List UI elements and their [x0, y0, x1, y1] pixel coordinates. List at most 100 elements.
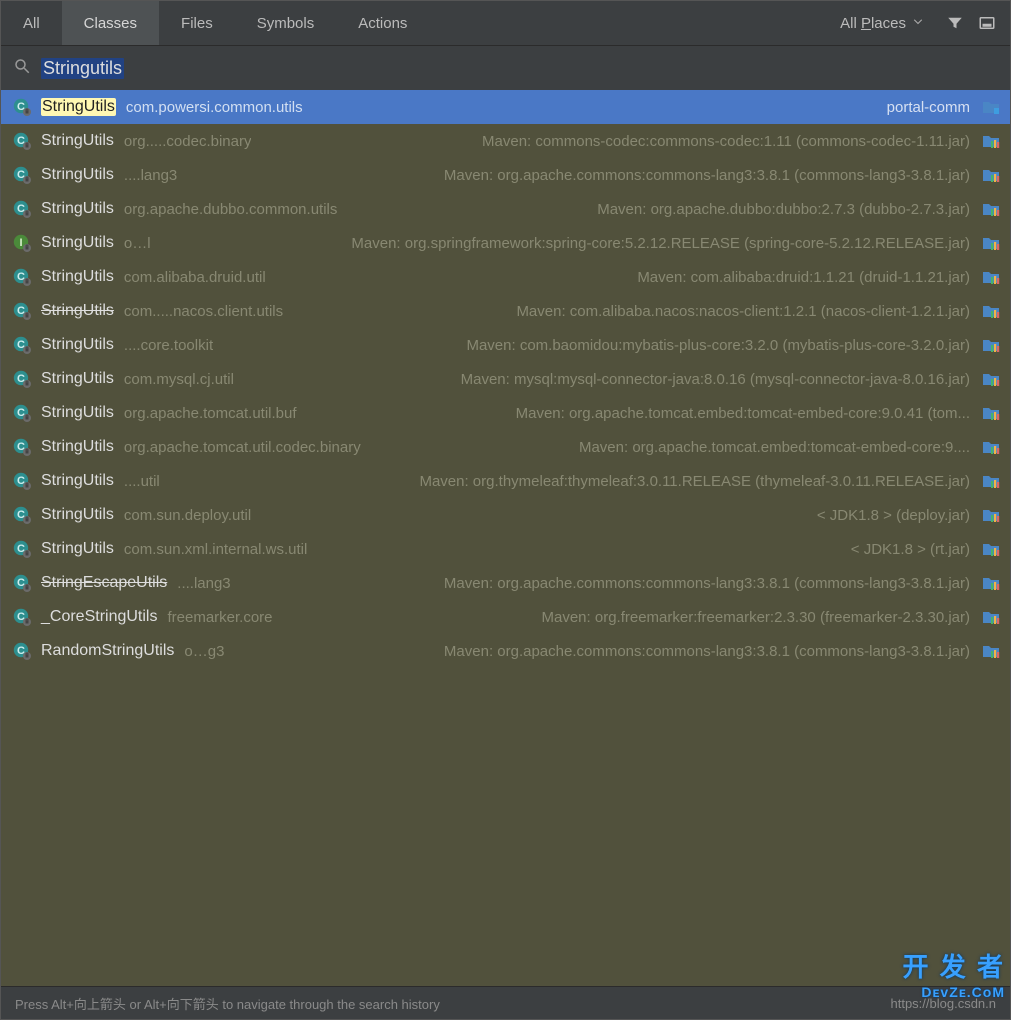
result-row[interactable]: StringUtils....utilMaven: org.thymeleaf:…: [1, 464, 1010, 498]
result-row[interactable]: _CoreStringUtils freemarker.core Maven: or…: [1, 600, 1010, 634]
chevron-down-icon: [912, 15, 924, 32]
result-location: Maven: org.springframework:spring-core:5…: [351, 235, 970, 252]
class-lock-icon: [13, 98, 31, 116]
result-location: Maven: com.baomidou:mybatis-plus-core:3.…: [466, 337, 970, 354]
result-location: portal-comm: [887, 99, 970, 116]
search-everywhere-dialog: AllClassesFilesSymbolsActions All Places…: [0, 0, 1011, 1020]
result-row[interactable]: StringUtilscom.....nacos.client.utilsMav…: [1, 294, 1010, 328]
tabs-bar: AllClassesFilesSymbolsActions All Places: [1, 1, 1010, 46]
result-row[interactable]: StringUtilsorg.apache.tomcat.util.codec.…: [1, 430, 1010, 464]
result-package: org.apache.tomcat.util.codec.binary: [124, 439, 361, 456]
result-package: ....lang3: [177, 575, 230, 592]
result-location: Maven: org.apache.commons:commons-lang3:…: [444, 643, 970, 660]
result-class-name: StringEscapeUtils: [41, 574, 167, 592]
result-location: Maven: org.apache.commons:commons-lang3:…: [444, 575, 970, 592]
class-lock-icon: [13, 302, 31, 320]
class-lock-icon: [13, 540, 31, 558]
result-package: freemarker.core: [167, 609, 272, 626]
scope-selector[interactable]: All Places: [840, 15, 924, 32]
class-lock-icon: [13, 166, 31, 184]
library-folder-icon: [982, 336, 1000, 354]
result-class-name: StringUtils: [41, 472, 114, 490]
result-package: com.....nacos.client.utils: [124, 303, 283, 320]
result-row[interactable]: StringUtils org.....codec.binary Maven: co…: [1, 124, 1010, 158]
result-class-name: StringUtils: [41, 370, 114, 388]
result-row[interactable]: StringUtilsorg.apache.dubbo.common.utils…: [1, 192, 1010, 226]
footer-bar: Press Alt+向上箭头 or Alt+向下箭头 to navigate t…: [1, 986, 1010, 1019]
result-row[interactable]: StringUtils o…l Maven: org.springframework…: [1, 226, 1010, 260]
result-location: Maven: org.apache.commons:commons-lang3:…: [444, 167, 970, 184]
class-lock-icon: [13, 336, 31, 354]
library-folder-icon: [982, 268, 1000, 286]
tab-classes[interactable]: Classes: [62, 1, 159, 45]
result-location: Maven: commons-codec:commons-codec:1.11 …: [482, 133, 970, 150]
result-package: o…l: [124, 235, 151, 252]
result-class-name: StringUtils: [41, 336, 114, 354]
result-class-name: StringUtils: [41, 506, 114, 524]
library-folder-icon: [982, 472, 1000, 490]
result-row[interactable]: StringUtils....lang3Maven: org.apache.co…: [1, 158, 1010, 192]
filter-icon[interactable]: [942, 10, 968, 36]
result-class-name: StringUtils: [41, 166, 114, 184]
interface-lock-icon: [13, 234, 31, 252]
result-row[interactable]: StringUtils com.alibaba.druid.util Maven: …: [1, 260, 1010, 294]
class-lock-icon: [13, 506, 31, 524]
library-folder-icon: [982, 438, 1000, 456]
library-folder-icon: [982, 608, 1000, 626]
result-location: Maven: org.apache.tomcat.embed:tomcat-em…: [579, 439, 970, 456]
result-row[interactable]: StringUtils....core.toolkitMaven: com.ba…: [1, 328, 1010, 362]
class-lock-icon: [13, 268, 31, 286]
footer-right-text: https://blog.csdn.n: [890, 996, 996, 1011]
result-row[interactable]: StringUtilscom.powersi.common.utilsporta…: [1, 90, 1010, 124]
library-folder-icon: [982, 302, 1000, 320]
result-package: com.alibaba.druid.util: [124, 269, 266, 286]
search-row: Stringutils: [1, 46, 1010, 90]
open-in-tool-window-icon[interactable]: [974, 10, 1000, 36]
search-icon: [13, 57, 31, 79]
result-location: Maven: org.apache.tomcat.embed:tomcat-em…: [516, 405, 970, 422]
class-lock-icon: [13, 404, 31, 422]
library-folder-icon: [982, 166, 1000, 184]
class-lock-icon: [13, 574, 31, 592]
result-class-name: StringUtils: [41, 404, 114, 422]
result-package: o…g3: [184, 643, 224, 660]
result-row[interactable]: StringUtils org.apache.tomcat.util.buf Mav…: [1, 396, 1010, 430]
result-location: Maven: com.alibaba:druid:1.1.21 (druid-1…: [637, 269, 970, 286]
result-row[interactable]: StringEscapeUtils ....lang3 Maven: org.apa…: [1, 566, 1010, 600]
result-location: Maven: mysql:mysql-connector-java:8.0.16…: [461, 371, 970, 388]
library-folder-icon: [982, 642, 1000, 660]
class-lock-icon: [13, 608, 31, 626]
result-package: com.mysql.cj.util: [124, 371, 234, 388]
result-location: < JDK1.8 > (rt.jar): [851, 541, 970, 558]
tab-all[interactable]: All: [1, 1, 62, 45]
tab-files[interactable]: Files: [159, 1, 235, 45]
result-row[interactable]: RandomStringUtils o…g3 Maven: org.apache.c…: [1, 634, 1010, 668]
result-class-name: StringUtils: [41, 302, 114, 320]
result-class-name: RandomStringUtils: [41, 642, 174, 660]
result-class-name: StringUtils: [41, 132, 114, 150]
result-class-name: StringUtils: [41, 234, 114, 252]
class-lock-icon: [13, 370, 31, 388]
tab-symbols[interactable]: Symbols: [235, 1, 337, 45]
result-row[interactable]: StringUtilscom.sun.xml.internal.ws.util<…: [1, 532, 1010, 566]
library-folder-icon: [982, 132, 1000, 150]
result-row[interactable]: StringUtilscom.sun.deploy.util< JDK1.8 >…: [1, 498, 1010, 532]
result-class-name: _CoreStringUtils: [41, 608, 157, 626]
class-lock-icon: [13, 438, 31, 456]
search-input[interactable]: Stringutils: [41, 58, 124, 79]
library-folder-icon: [982, 574, 1000, 592]
result-package: org.apache.tomcat.util.buf: [124, 405, 297, 422]
result-class-name: StringUtils: [41, 268, 114, 286]
result-package: com.powersi.common.utils: [126, 99, 303, 116]
library-folder-icon: [982, 540, 1000, 558]
results-list: StringUtils com.powersi.common.utils porta…: [1, 90, 1010, 986]
result-class-name: StringUtils: [41, 200, 114, 218]
result-package: com.sun.xml.internal.ws.util: [124, 541, 307, 558]
result-location: Maven: org.thymeleaf:thymeleaf:3.0.11.RE…: [419, 473, 970, 490]
result-row[interactable]: StringUtils com.mysql.cj.util Maven: mysql…: [1, 362, 1010, 396]
result-location: Maven: org.freemarker:freemarker:2.3.30 …: [542, 609, 971, 626]
library-folder-icon: [982, 200, 1000, 218]
tab-actions[interactable]: Actions: [336, 1, 429, 45]
result-package: com.sun.deploy.util: [124, 507, 251, 524]
result-package: org.....codec.binary: [124, 133, 252, 150]
